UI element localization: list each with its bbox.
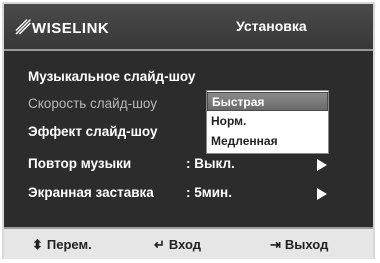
enter-icon: ↵ xyxy=(154,237,165,252)
screensaver-value: : 5мин. xyxy=(186,185,232,200)
brand-text: WISELINK xyxy=(31,20,110,37)
option-slow[interactable]: Медленная xyxy=(207,132,328,151)
wiselink-logo-icon: ␥ xyxy=(16,18,31,38)
option-normal[interactable]: Норм. xyxy=(207,112,328,131)
page-title: Установка xyxy=(236,18,307,34)
footer-enter: ↵ Вход xyxy=(154,237,202,252)
repeat-arrow-icon xyxy=(317,159,327,171)
screensaver-arrow-icon xyxy=(317,188,327,200)
menu-item-slideshow-speed[interactable]: Скорость слайд-шоу xyxy=(28,96,157,111)
osd-window: ␥WISELINK Установка Музыкальное слайд-шо… xyxy=(2,2,375,259)
header-bar: ␥WISELINK Установка xyxy=(4,4,373,51)
menu-item-music-repeat[interactable]: Повтор музыки xyxy=(28,156,131,171)
menu-item-screensaver[interactable]: Экранная заставка xyxy=(28,185,154,200)
footer-bar: ⬍ Перем. ↵ Вход ⇥ Выход xyxy=(4,227,373,259)
exit-icon: ⇥ xyxy=(270,237,281,252)
speed-dropdown[interactable]: Быстрая Норм. Медленная xyxy=(206,90,329,154)
footer-exit: ⇥ Выход xyxy=(270,237,329,252)
music-repeat-value: : Выкл. xyxy=(186,156,235,171)
brand-logo: ␥WISELINK xyxy=(16,18,109,39)
menu-item-music-slideshow[interactable]: Музыкальное слайд-шоу xyxy=(28,69,195,84)
option-fast[interactable]: Быстрая xyxy=(207,92,328,111)
footer-move: ⬍ Перем. xyxy=(32,237,92,252)
up-down-icon: ⬍ xyxy=(32,237,43,252)
menu-item-slideshow-effect[interactable]: Эффект слайд-шоу xyxy=(28,124,157,139)
